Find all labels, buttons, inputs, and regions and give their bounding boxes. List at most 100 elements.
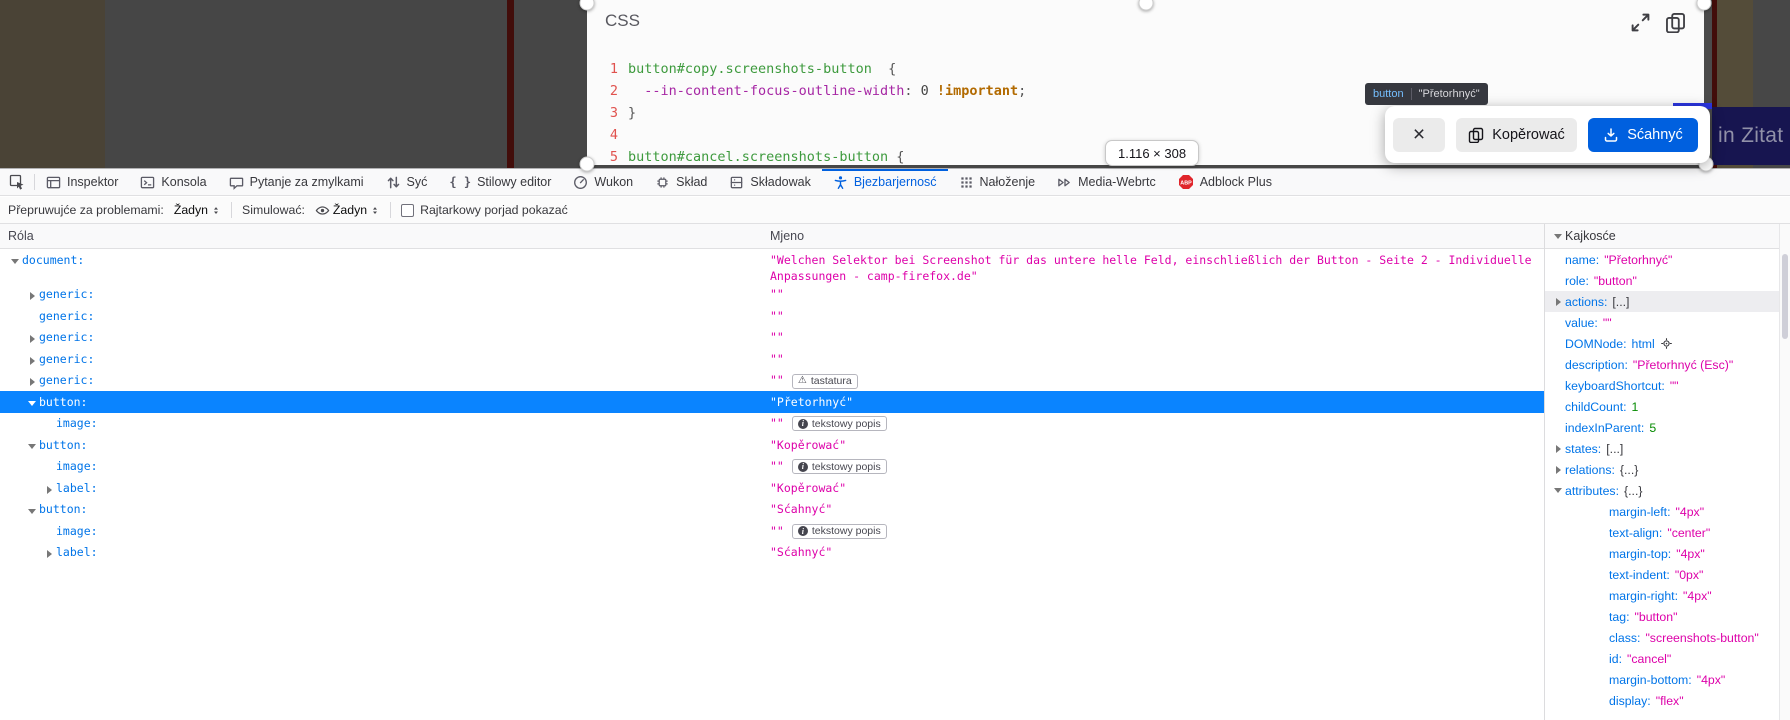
page-background-strip xyxy=(0,0,105,168)
expand-icon[interactable] xyxy=(1630,12,1651,33)
property-row[interactable]: margin-right: "4px" xyxy=(1545,585,1790,606)
twisty-icon[interactable] xyxy=(25,398,39,410)
property-row[interactable]: states: [...] xyxy=(1545,438,1790,459)
twisty-icon[interactable] xyxy=(42,548,56,560)
twisty-icon[interactable] xyxy=(25,290,39,302)
copy-code-icon[interactable] xyxy=(1665,12,1686,33)
sidebar-header[interactable]: Kajkosće xyxy=(1545,224,1790,249)
twisty-icon[interactable] xyxy=(42,419,56,431)
devtools-tab[interactable]: Nałoženje xyxy=(948,169,1047,195)
property-row[interactable]: display: "flex" xyxy=(1545,690,1790,711)
twisty-icon[interactable] xyxy=(25,441,39,453)
devtools-tab[interactable]: Pytanje za zmylkami xyxy=(218,169,375,195)
line-number: 4 xyxy=(587,124,628,146)
twisty-icon[interactable] xyxy=(42,484,56,496)
devtools-tab[interactable]: { } Stilowy editor xyxy=(438,169,562,195)
tree-row-role: document: xyxy=(22,252,84,268)
property-row[interactable]: value: "" xyxy=(1545,312,1790,333)
twisty-icon[interactable] xyxy=(42,527,56,539)
application-icon xyxy=(959,175,974,190)
tree-row[interactable]: generic: ""tastatura xyxy=(0,370,1544,392)
property-row[interactable]: actions: [...] xyxy=(1545,291,1790,312)
property-row[interactable]: attributes: {...} xyxy=(1545,480,1790,501)
property-row[interactable]: id: "cancel" xyxy=(1545,648,1790,669)
column-header-role: Róla xyxy=(0,229,34,243)
devtools-tab[interactable]: Syć xyxy=(375,169,439,195)
tree-row[interactable]: generic: "" xyxy=(0,327,1544,349)
twisty-icon[interactable] xyxy=(42,462,56,474)
tree-row[interactable]: image: ""tekstowy popis xyxy=(0,520,1544,542)
download-screenshot-button[interactable]: Sćahnyć xyxy=(1588,118,1698,152)
twisty-icon[interactable] xyxy=(25,355,39,367)
devtools-tab[interactable]: Wukon xyxy=(562,169,644,195)
tab-order-checkbox-row[interactable]: Rajtarkowy porjad pokazać xyxy=(401,203,568,217)
tree-row[interactable]: generic: "" xyxy=(0,284,1544,306)
property-row[interactable]: childCount: 1 xyxy=(1545,396,1790,417)
property-row[interactable]: margin-bottom: "4px" xyxy=(1545,669,1790,690)
twisty-icon[interactable] xyxy=(25,312,39,324)
tree-row-role: generic: xyxy=(39,351,94,367)
pick-element-button[interactable] xyxy=(0,169,34,195)
property-row[interactable]: description: "Přetorhnyć (Esc)" xyxy=(1545,354,1790,375)
tab-label: Stilowy editor xyxy=(477,175,551,189)
tab-order-checkbox[interactable] xyxy=(401,204,414,217)
page-quote-button-label: in Zitat xyxy=(1718,124,1783,148)
devtools-tab[interactable]: Konsola xyxy=(129,169,217,195)
tree-row-role: generic: xyxy=(39,286,94,302)
target-icon[interactable] xyxy=(1660,337,1673,350)
property-row[interactable]: text-indent: "0px" xyxy=(1545,564,1790,585)
tree-row[interactable]: button: "Sćahnyć" xyxy=(0,499,1544,521)
tree-row[interactable]: button: "Kopěrować" xyxy=(0,434,1544,456)
issues-filter-select[interactable]: Žadyn xyxy=(174,203,221,217)
twisty-icon[interactable] xyxy=(1551,445,1565,453)
devtools-tabs: Inspektor Konsola Pytanje za zmylkami Sy… xyxy=(35,169,1283,195)
property-row[interactable]: role: "button" xyxy=(1545,270,1790,291)
devtools-tab[interactable]: Bjezbarjernosć xyxy=(822,169,948,195)
twisty-icon[interactable] xyxy=(25,376,39,388)
tab-order-checkbox-label: Rajtarkowy porjad pokazać xyxy=(420,203,568,217)
property-row[interactable]: DOMNode: html xyxy=(1545,333,1790,354)
tree-row[interactable]: document: "Welchen Selektor bei Screensh… xyxy=(0,249,1544,284)
tree-row-role: label: xyxy=(56,544,98,560)
twisty-icon[interactable] xyxy=(25,333,39,345)
twisty-icon[interactable] xyxy=(1551,298,1565,306)
devtools-tab[interactable]: Składowak xyxy=(718,169,821,195)
tree-row[interactable]: label: "Sćahnyć" xyxy=(0,542,1544,564)
simulate-select[interactable]: Žadyn xyxy=(315,203,380,218)
property-row[interactable]: indexInParent: 5 xyxy=(1545,417,1790,438)
property-row[interactable]: class: "screenshots-button" xyxy=(1545,627,1790,648)
svg-text:ABP: ABP xyxy=(1180,181,1192,187)
devtools-tab[interactable]: Skład xyxy=(644,169,718,195)
tree-row[interactable]: image: ""tekstowy popis xyxy=(0,456,1544,478)
line-number: 3 xyxy=(587,102,628,124)
property-row[interactable]: keyboardShortcut: "" xyxy=(1545,375,1790,396)
tree-row-name-cell: ""tekstowy popis xyxy=(770,520,1544,539)
sidebar-scrollbar[interactable] xyxy=(1779,224,1790,720)
tree-row[interactable]: generic: "" xyxy=(0,305,1544,327)
property-row[interactable]: text-align: "center" xyxy=(1545,522,1790,543)
code-segment: 0 xyxy=(921,83,937,99)
property-row[interactable]: margin-top: "4px" xyxy=(1545,543,1790,564)
devtools-tab[interactable]: ABP Adblock Plus xyxy=(1167,169,1283,195)
audit-badge-label: tekstowy popis xyxy=(812,523,881,539)
twisty-icon[interactable] xyxy=(25,505,39,517)
tree-row[interactable]: image: ""tekstowy popis xyxy=(0,413,1544,435)
tab-label: Media-Webrtc xyxy=(1078,175,1156,189)
tree-row[interactable]: generic: "" xyxy=(0,348,1544,370)
twisty-icon[interactable] xyxy=(1551,466,1565,474)
devtools-tab[interactable]: Inspektor xyxy=(35,169,129,195)
tree-row[interactable]: button: "Přetorhnyć" xyxy=(0,391,1544,413)
property-row[interactable]: margin-left: "4px" xyxy=(1545,501,1790,522)
property-row[interactable]: tag: "button" xyxy=(1545,606,1790,627)
devtools-tab[interactable]: Media-Webrtc xyxy=(1046,169,1167,195)
copy-button-label: Kopěrować xyxy=(1492,127,1565,143)
property-row[interactable]: name: "Přetorhnyć" xyxy=(1545,249,1790,270)
tree-row[interactable]: label: "Kopěrować" xyxy=(0,477,1544,499)
twisty-icon[interactable] xyxy=(1551,488,1565,493)
selection-handle-bottom-left[interactable] xyxy=(580,157,595,172)
property-row[interactable]: relations: {...} xyxy=(1545,459,1790,480)
copy-screenshot-button[interactable]: Kopěrować xyxy=(1456,118,1577,152)
cancel-screenshot-button[interactable]: × xyxy=(1393,118,1445,152)
scrollbar-thumb[interactable] xyxy=(1782,254,1788,339)
twisty-icon[interactable] xyxy=(8,256,22,268)
